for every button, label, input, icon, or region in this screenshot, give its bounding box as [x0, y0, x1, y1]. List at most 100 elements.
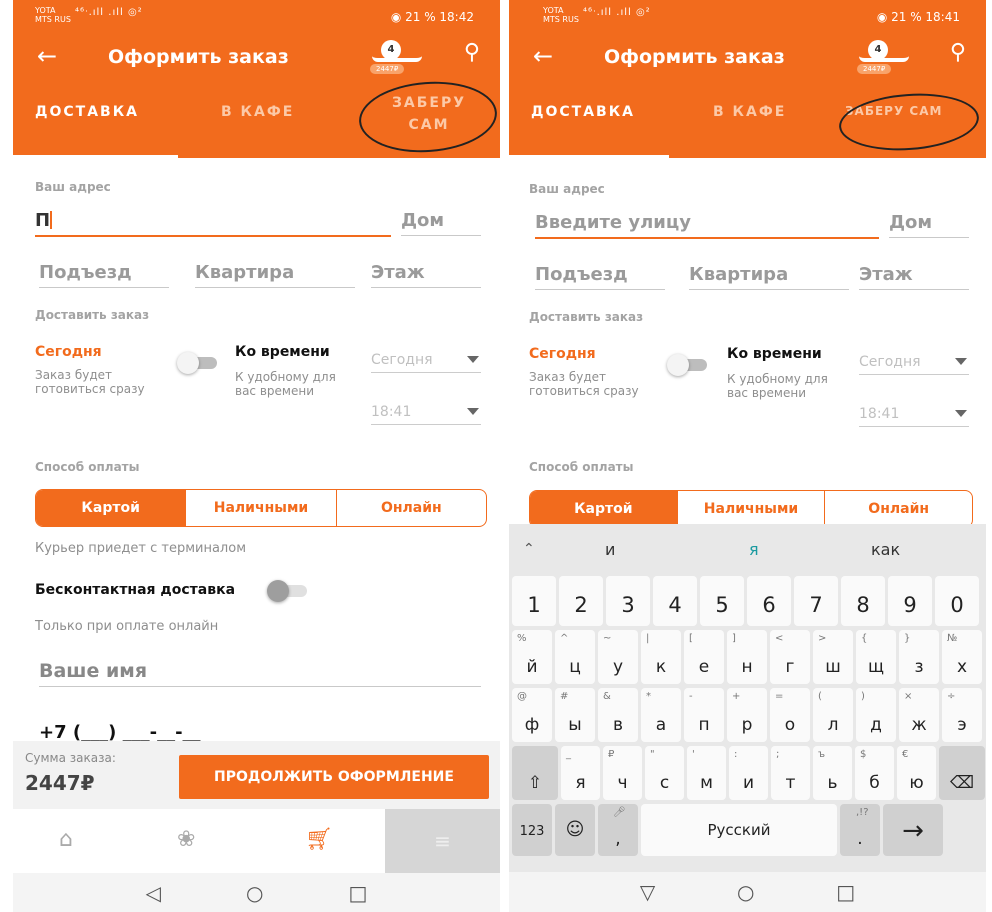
house-input[interactable]: Дом [889, 212, 969, 238]
floor-input[interactable]: Этаж [371, 262, 481, 288]
bytime-option[interactable]: Ко времени [727, 346, 822, 362]
key-letter[interactable]: | к [641, 630, 681, 684]
backspace-key[interactable]: ⌫ [939, 746, 985, 800]
key-letter[interactable]: " с [645, 746, 684, 800]
comma-key[interactable]: 🎤︎, [598, 804, 638, 856]
key-letter[interactable]: ₽ ч [603, 746, 642, 800]
time-toggle[interactable] [667, 354, 709, 376]
cart-button[interactable]: 4 2447₽ [855, 34, 915, 80]
recents-square-icon[interactable]: □ [836, 880, 855, 904]
pay-online-button[interactable]: Онлайн [337, 490, 486, 526]
key-letter[interactable]: ; т [771, 746, 810, 800]
key-letter[interactable]: × ж [899, 688, 939, 742]
back-triangle-icon[interactable]: ◁ [146, 881, 161, 905]
continue-button[interactable]: ПРОДОЛЖИТЬ ОФОРМЛЕНИЕ [179, 755, 489, 799]
floor-input[interactable]: Этаж [859, 264, 969, 290]
key-letter[interactable]: > ш [813, 630, 853, 684]
key-7[interactable]: 7 [794, 576, 838, 626]
tab-cafe[interactable]: В КАФЕ [221, 104, 294, 120]
house-input[interactable]: Дом [401, 210, 481, 236]
pay-cash-button[interactable]: Наличными [186, 490, 337, 526]
key-letter[interactable]: < г [770, 630, 810, 684]
home-circle-icon[interactable]: ○ [737, 880, 754, 904]
pay-card-button[interactable]: Картой [36, 490, 187, 526]
key-letter[interactable]: @ ф [512, 688, 552, 742]
suggestion-2[interactable]: я [749, 540, 759, 559]
key-9[interactable]: 9 [888, 576, 932, 626]
key-letter[interactable]: ъь [813, 746, 852, 800]
enter-key[interactable]: → [883, 804, 943, 856]
search-icon[interactable]: ⚲ [950, 40, 966, 65]
back-arrow-icon[interactable]: ← [533, 42, 553, 70]
key-letter[interactable]: } з [899, 630, 939, 684]
numeric-mode-key[interactable]: 123 [512, 804, 552, 856]
day-select[interactable]: Сегодня [371, 352, 481, 373]
pay-card-button[interactable]: Картой [530, 491, 678, 527]
today-option[interactable]: Сегодня [35, 344, 102, 360]
key-3[interactable]: 3 [606, 576, 650, 626]
key-letter[interactable]: # ы [555, 688, 595, 742]
key-letter[interactable]: % й [512, 630, 552, 684]
key-letter[interactable]: + р [727, 688, 767, 742]
tab-delivery[interactable]: ДОСТАВКА [531, 104, 635, 120]
key-letter[interactable]: € ю [897, 746, 936, 800]
key-letter[interactable]: (л [813, 688, 853, 742]
key-letter[interactable]: № х [942, 630, 982, 684]
street-input[interactable]: Введите улицу [535, 212, 879, 239]
pay-online-button[interactable]: Онлайн [825, 491, 972, 527]
key-letter[interactable]: * а [641, 688, 681, 742]
home-circle-icon[interactable]: ○ [246, 881, 263, 905]
time-select[interactable]: 18:41 [859, 406, 969, 427]
expand-suggestions-icon[interactable]: ⌃ [523, 541, 535, 557]
key-0[interactable]: 0 [935, 576, 979, 626]
key-letter[interactable]: ) д [856, 688, 896, 742]
flat-input[interactable]: Квартира [195, 262, 355, 288]
suggestion-3[interactable]: как [871, 540, 900, 559]
today-option[interactable]: Сегодня [529, 346, 596, 362]
bytime-option[interactable]: Ко времени [235, 344, 330, 360]
key-letter[interactable]: ^ ц [555, 630, 595, 684]
search-icon[interactable]: ⚲ [464, 40, 480, 65]
key-letter[interactable]: & в [598, 688, 638, 742]
period-key[interactable]: ,!?. [840, 804, 880, 856]
tab-delivery[interactable]: ДОСТАВКА [35, 104, 139, 120]
tab-cafe[interactable]: В КАФЕ [713, 104, 786, 120]
entrance-input[interactable]: Подъезд [39, 262, 169, 288]
key-letter[interactable]: [е [684, 630, 724, 684]
key-letter[interactable]: -п [684, 688, 724, 742]
key-letter[interactable]: {щ [856, 630, 896, 684]
key-2[interactable]: 2 [559, 576, 603, 626]
flat-input[interactable]: Квартира [689, 264, 849, 290]
back-arrow-icon[interactable]: ← [37, 42, 57, 70]
entrance-input[interactable]: Подъезд [535, 264, 665, 290]
contactless-toggle[interactable] [267, 580, 309, 602]
key-letter[interactable]: ~ у [598, 630, 638, 684]
time-select[interactable]: 18:41 [371, 404, 481, 425]
cart-icon[interactable]: 🛒︎ [305, 827, 333, 852]
key-letter[interactable]: :и [729, 746, 768, 800]
recents-square-icon[interactable]: □ [349, 881, 368, 905]
key-letter[interactable]: ] н [727, 630, 767, 684]
shift-key[interactable]: ⇧ [512, 746, 558, 800]
key-5[interactable]: 5 [700, 576, 744, 626]
key-6[interactable]: 6 [747, 576, 791, 626]
day-select[interactable]: Сегодня [859, 354, 969, 375]
key-letter[interactable]: = о [770, 688, 810, 742]
key-8[interactable]: 8 [841, 576, 885, 626]
key-letter[interactable]: $ б [855, 746, 894, 800]
street-input[interactable]: П [35, 210, 391, 237]
home-icon[interactable]: ⌂ [59, 827, 73, 852]
cart-button[interactable]: 4 2447₽ [368, 34, 428, 80]
key-letter[interactable]: ' м [687, 746, 726, 800]
pay-cash-button[interactable]: Наличными [678, 491, 826, 527]
key-letter[interactable]: _ я [561, 746, 600, 800]
time-toggle[interactable] [177, 352, 219, 374]
phone-input[interactable]: +7 (___) ___-__-__ [39, 722, 201, 743]
space-key[interactable]: Русский [641, 804, 837, 856]
key-4[interactable]: 4 [653, 576, 697, 626]
emoji-key[interactable]: ☺ [555, 804, 595, 856]
suggestion-1[interactable]: и [605, 540, 615, 559]
key-letter[interactable]: ÷ э [942, 688, 982, 742]
key-1[interactable]: 1 [512, 576, 556, 626]
menu-icon[interactable]: ≡ [385, 809, 500, 873]
